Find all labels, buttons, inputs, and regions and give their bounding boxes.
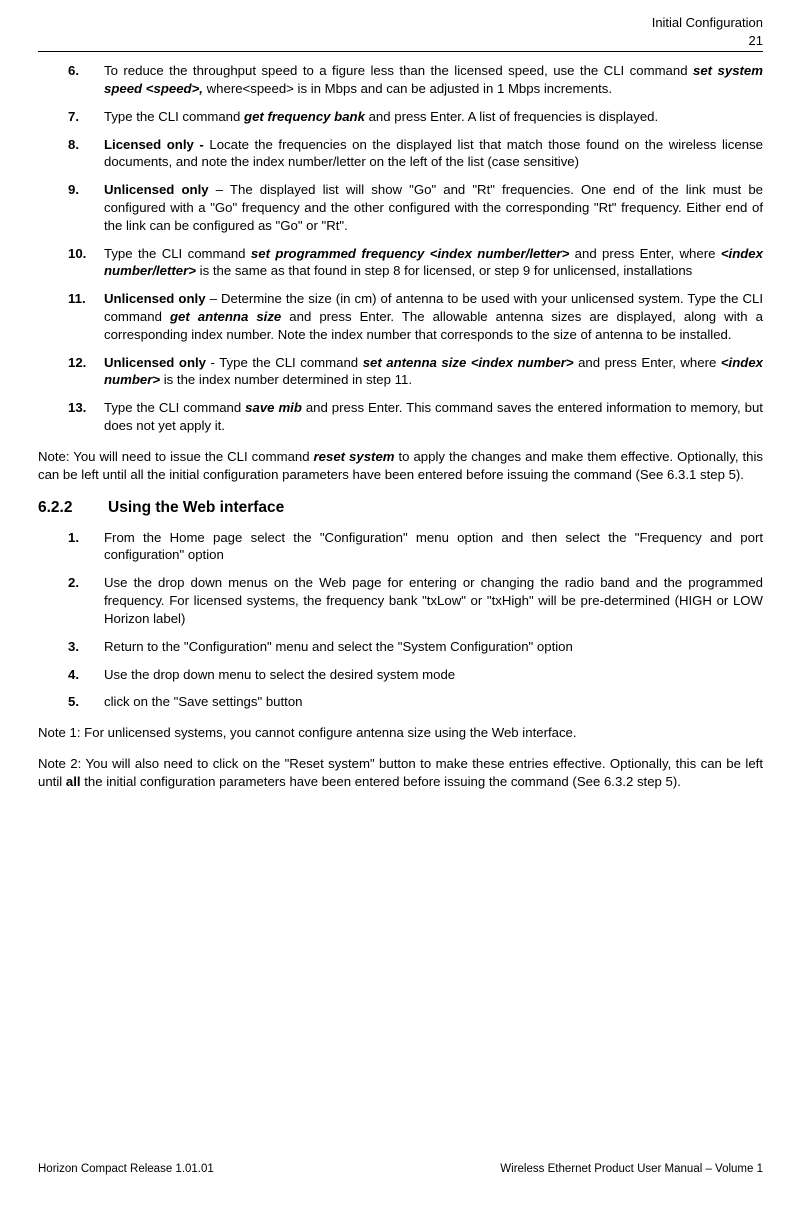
text: Type the CLI command [104,109,244,124]
footer-right: Wireless Ethernet Product User Manual – … [500,1162,763,1178]
item-number: 12. [68,354,86,372]
text: - Type the CLI command [206,355,363,370]
text: the initial configuration parameters hav… [81,774,681,789]
item-number: 4. [68,666,79,684]
label: Licensed only - [104,137,209,152]
label: Unlicensed only [104,291,206,306]
page: Initial Configuration 21 6. To reduce th… [0,0,801,1214]
text: and press Enter, where [569,246,721,261]
cli-command: set programmed frequency <index number/l… [251,246,569,261]
cli-command: get frequency bank [244,109,365,124]
footer-left: Horizon Compact Release 1.01.01 [38,1162,214,1178]
note-2: Note 2: You will also need to click on t… [38,755,763,791]
text: and press Enter. A list of frequencies i… [365,109,658,124]
label: Unlicensed only [104,355,206,370]
item-number: 8. [68,136,79,154]
list-item: 7. Type the CLI command get frequency ba… [104,108,763,126]
text: Note: You will need to issue the CLI com… [38,449,314,464]
page-footer: Horizon Compact Release 1.01.01 Wireless… [38,1162,763,1178]
emphasis: all [66,774,81,789]
text: To reduce the throughput speed to a figu… [104,63,693,78]
list-item: 4. Use the drop down menu to select the … [104,666,763,684]
text: Type the CLI command [104,246,251,261]
item-number: 3. [68,638,79,656]
item-number: 1. [68,529,79,547]
text: is the same as that found in step 8 for … [196,263,692,278]
list-item: 3. Return to the "Configuration" menu an… [104,638,763,656]
list-item: 1. From the Home page select the "Config… [104,529,763,565]
list-item: 8. Licensed only - Locate the frequencie… [104,136,763,172]
text: where<speed> is in Mbps and can be adjus… [203,81,612,96]
cli-command: get antenna size [170,309,281,324]
cli-command: save mib [245,400,302,415]
list-item: 13. Type the CLI command save mib and pr… [104,399,763,435]
text: is the index number determined in step 1… [160,372,412,387]
text: click on the "Save settings" button [104,694,303,709]
item-number: 13. [68,399,86,417]
list-item: 11. Unlicensed only – Determine the size… [104,290,763,343]
item-number: 6. [68,62,79,80]
text: Type the CLI command [104,400,245,415]
item-number: 9. [68,181,79,199]
text: Return to the "Configuration" menu and s… [104,639,573,654]
list-item: 9. Unlicensed only – The displayed list … [104,181,763,234]
text: Use the drop down menus on the Web page … [104,575,763,626]
page-header: Initial Configuration 21 [38,14,763,52]
list-item: 5. click on the "Save settings" button [104,693,763,711]
list-item: 10. Type the CLI command set programmed … [104,245,763,281]
item-number: 10. [68,245,86,263]
list-item: 12. Unlicensed only - Type the CLI comma… [104,354,763,390]
note-1: Note 1: For unlicensed systems, you cann… [38,724,763,742]
section-title: Using the Web interface [108,499,284,516]
label: Unlicensed only [104,182,209,197]
cli-command: reset system [314,449,395,464]
item-number: 7. [68,108,79,126]
item-number: 2. [68,574,79,592]
section-heading: 6.2.2Using the Web interface [38,498,763,519]
note-paragraph: Note: You will need to issue the CLI com… [38,448,763,484]
numbered-list-b: 1. From the Home page select the "Config… [38,529,763,712]
cli-command: set antenna size <index number> [363,355,574,370]
header-title: Initial Configuration [652,15,763,30]
header-page-number: 21 [38,32,763,50]
list-item: 2. Use the drop down menus on the Web pa… [104,574,763,627]
text: and press Enter, where [574,355,721,370]
item-number: 11. [68,290,86,308]
item-number: 5. [68,693,79,711]
text: From the Home page select the "Configura… [104,530,763,563]
section-number: 6.2.2 [38,498,108,519]
list-item: 6. To reduce the throughput speed to a f… [104,62,763,98]
text: Use the drop down menu to select the des… [104,667,455,682]
numbered-list-a: 6. To reduce the throughput speed to a f… [38,62,763,435]
